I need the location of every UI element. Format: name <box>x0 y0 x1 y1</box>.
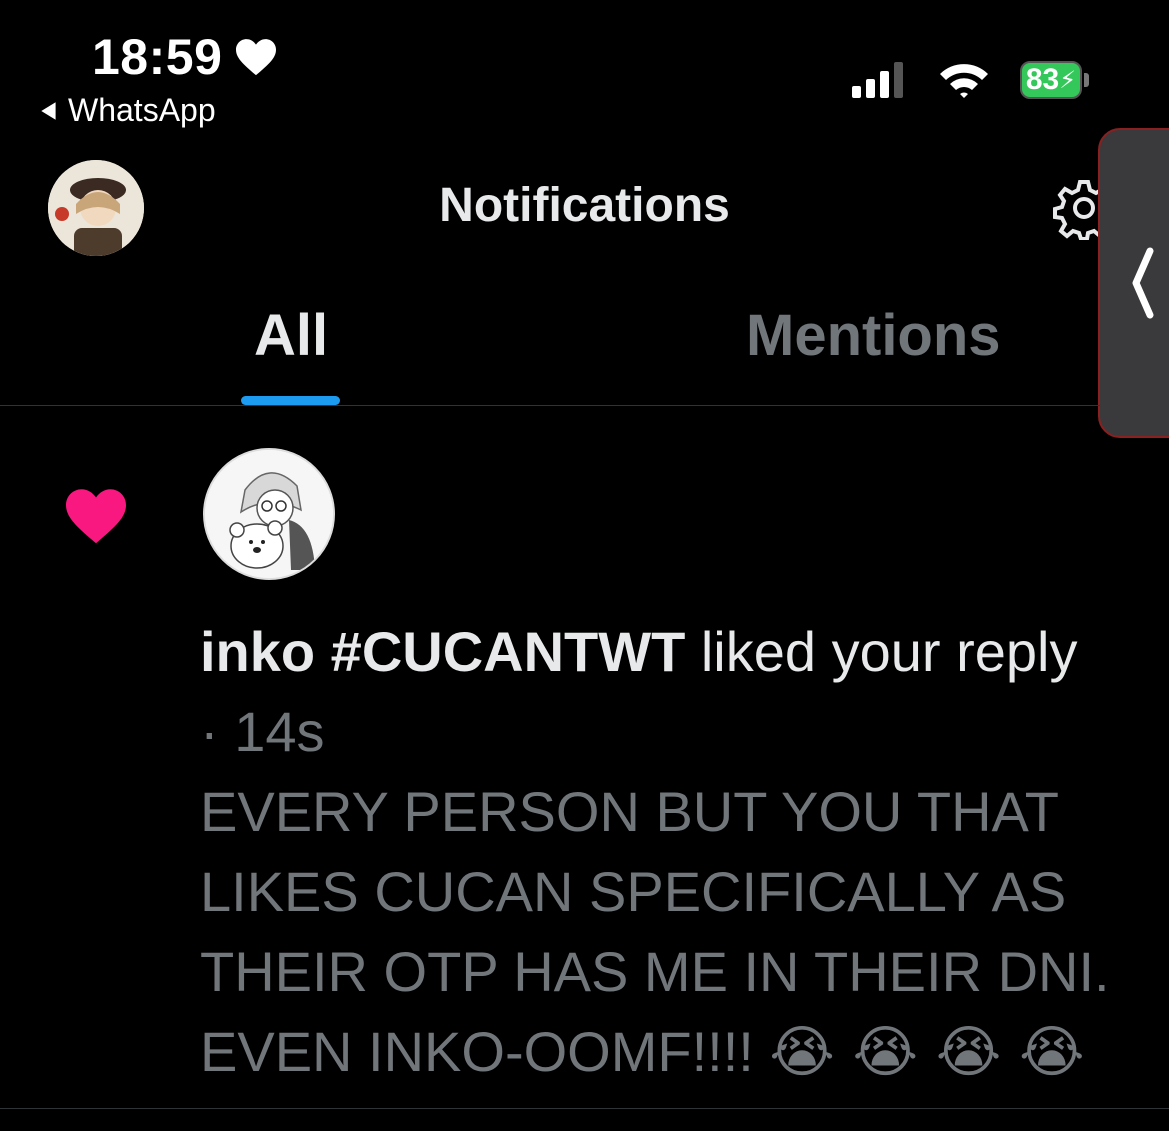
back-arrow-icon <box>41 101 56 120</box>
liker-avatar-image <box>205 450 333 578</box>
heart-icon <box>236 39 277 76</box>
notification-divider <box>0 1108 1169 1109</box>
like-heart-icon <box>62 486 130 551</box>
battery-level: 83 <box>1025 63 1060 96</box>
status-time: 18:59 <box>92 28 278 86</box>
cellular-signal-icon <box>852 62 903 98</box>
back-to-app-button[interactable]: WhatsApp <box>38 92 216 129</box>
status-indicators: 83 ⚡ <box>852 60 1089 100</box>
tab-all[interactable]: All <box>254 302 328 369</box>
tab-mentions[interactable]: Mentions <box>746 302 1001 369</box>
liker-name[interactable]: inko #CUCANTWT <box>200 620 685 683</box>
battery-icon: 83 ⚡ <box>1020 61 1089 99</box>
quoted-reply-text[interactable]: EVERY PERSON BUT YOU THAT LIKES CUCAN SP… <box>200 772 1160 1093</box>
status-time-text: 18:59 <box>92 29 223 85</box>
notification-action: liked your reply <box>685 620 1078 683</box>
wifi-icon <box>940 64 988 98</box>
active-tab-indicator <box>241 396 340 405</box>
back-app-label: WhatsApp <box>68 92 216 128</box>
notification-text[interactable]: inko #CUCANTWT liked your reply · 14s <box>200 612 1100 772</box>
liker-avatar[interactable] <box>203 448 335 580</box>
chevron-left-icon <box>1132 247 1154 319</box>
page-title: Notifications <box>439 179 730 232</box>
quote-emojis: 😭 😭 😭 😭 <box>769 1020 1085 1085</box>
side-panel-handle[interactable] <box>1098 128 1169 438</box>
tabs-divider <box>0 405 1100 406</box>
notification-time: · 14s <box>200 700 325 763</box>
